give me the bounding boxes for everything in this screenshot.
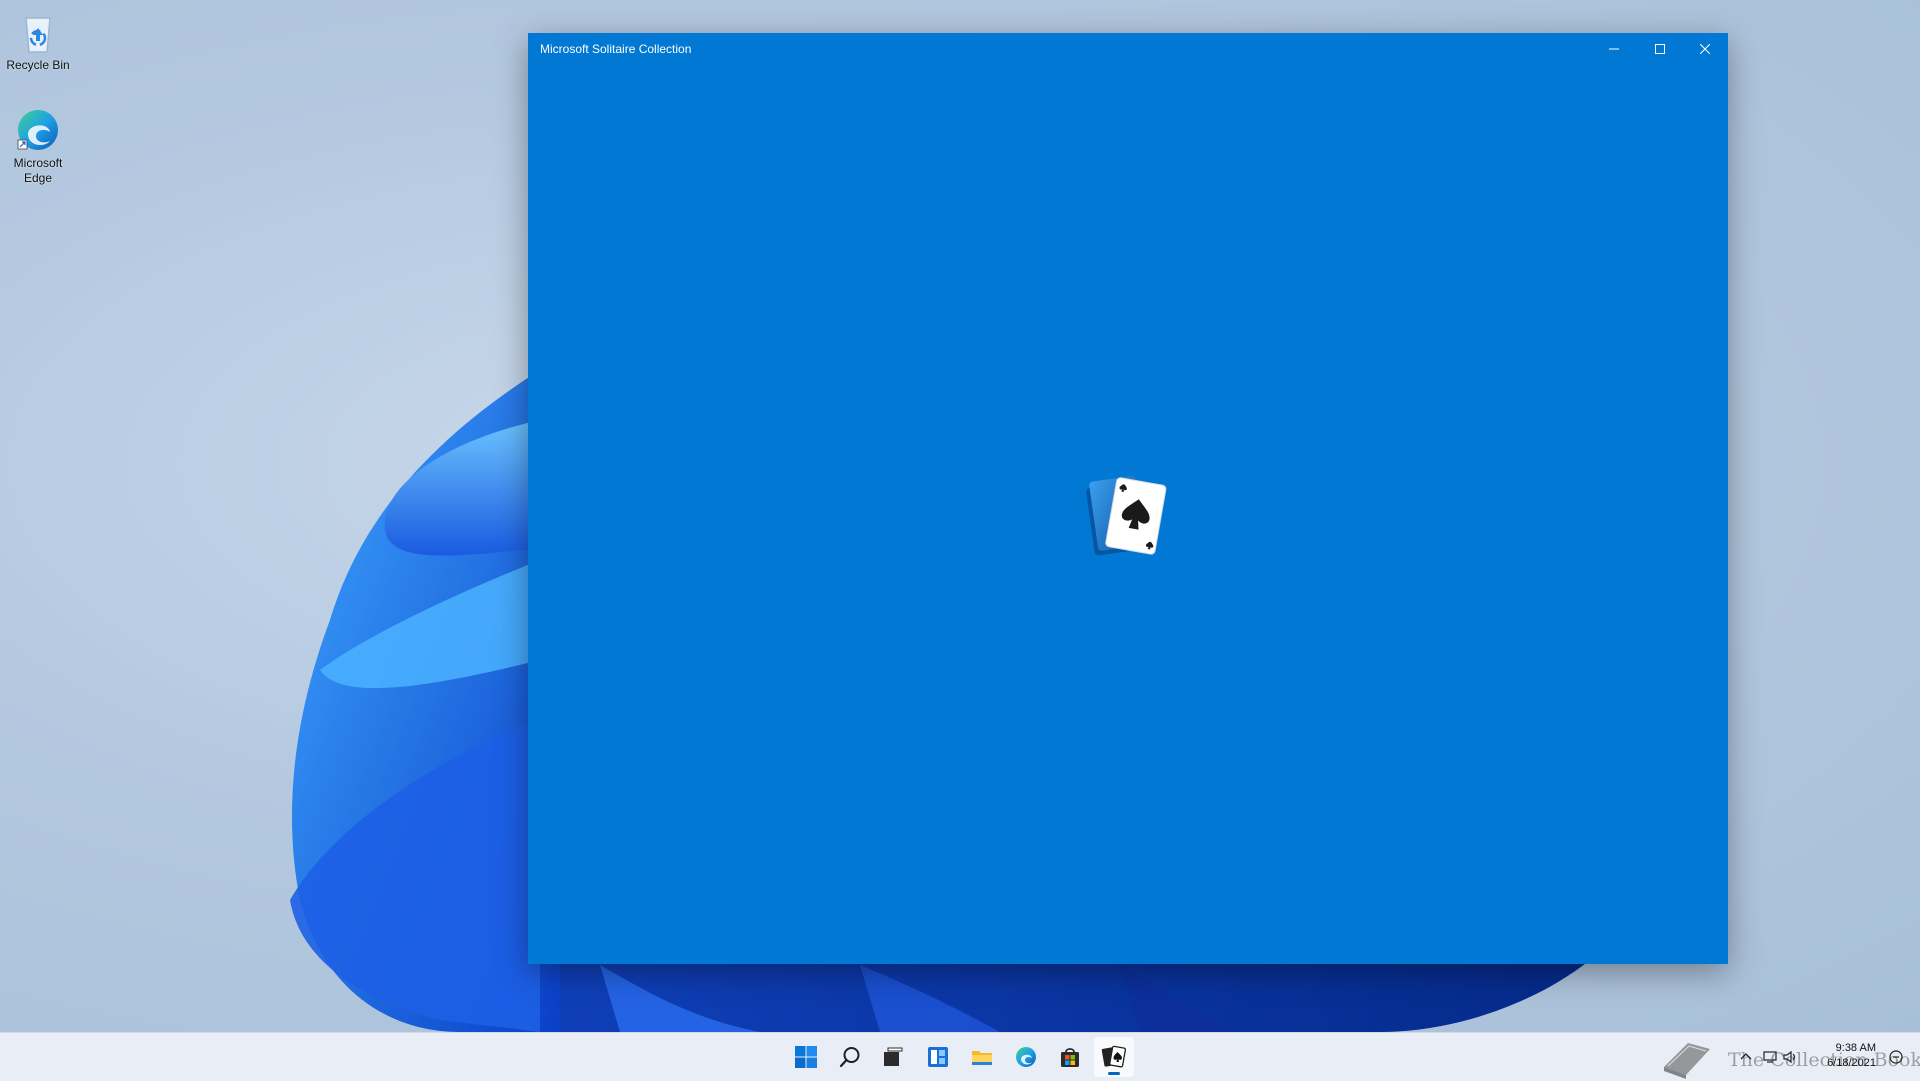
book-icon (1664, 1043, 1710, 1079)
desktop-icon-edge[interactable]: Microsoft Edge (1, 106, 75, 186)
task-view-icon (884, 1047, 903, 1066)
close-button[interactable] (1682, 33, 1728, 65)
chevron-up-icon[interactable] (1738, 1049, 1754, 1065)
windows-start-icon (795, 1046, 817, 1068)
taskbar-widgets-button[interactable] (918, 1037, 958, 1077)
widgets-icon (928, 1047, 948, 1067)
taskbar-edge-button[interactable] (1006, 1037, 1046, 1077)
taskbar-task-view-button[interactable] (873, 1037, 913, 1077)
taskbar-solitaire-button[interactable] (1094, 1037, 1134, 1077)
taskbar: The Collection Book 9:38 AM 6/18/2021 (0, 1032, 1920, 1081)
minimize-button[interactable] (1591, 33, 1637, 65)
maximize-button[interactable] (1637, 33, 1683, 65)
taskbar-store-button[interactable] (1050, 1037, 1090, 1077)
tray-clock[interactable]: 9:38 AM 6/18/2021 (1796, 1041, 1876, 1071)
folder-icon (972, 1051, 992, 1065)
desktop: Recycle Bin Microsoft Edge Microsoft Sol… (0, 0, 1920, 1032)
taskbar-search-button[interactable] (830, 1037, 870, 1077)
edge-icon (1016, 1047, 1036, 1067)
solitaire-icon (1101, 1045, 1127, 1068)
system-tray: The Collection Book 9:38 AM 6/18/2021 (1660, 1033, 1920, 1081)
taskbar-start-button[interactable] (786, 1037, 826, 1077)
desktop-icon-label: Microsoft Edge (13, 156, 63, 185)
taskbar-file-explorer-button[interactable] (962, 1037, 1002, 1077)
desktop-icon-recycle-bin[interactable]: Recycle Bin (1, 8, 75, 73)
close-icon (1700, 44, 1710, 54)
solitaire-spade-cards-icon (1086, 475, 1167, 556)
store-icon (1061, 1048, 1079, 1067)
network-icon[interactable] (1762, 1049, 1778, 1065)
recycle-bin-icon (25, 17, 51, 53)
maximize-icon (1655, 44, 1665, 54)
clock-date: 6/18/2021 (1827, 1057, 1876, 1069)
clock-time: 9:38 AM (1835, 1042, 1876, 1054)
notification-icon[interactable] (1888, 1049, 1904, 1065)
minimize-icon (1609, 48, 1619, 50)
desktop-icon-label: Recycle Bin (6, 58, 70, 72)
solitaire-window[interactable]: Microsoft Solitaire Collection (528, 33, 1728, 964)
window-title: Microsoft Solitaire Collection (540, 42, 692, 56)
window-title-bar[interactable]: Microsoft Solitaire Collection (528, 33, 1728, 65)
active-app-indicator (1108, 1072, 1120, 1075)
edge-icon (17, 110, 58, 150)
search-icon (839, 1047, 860, 1068)
